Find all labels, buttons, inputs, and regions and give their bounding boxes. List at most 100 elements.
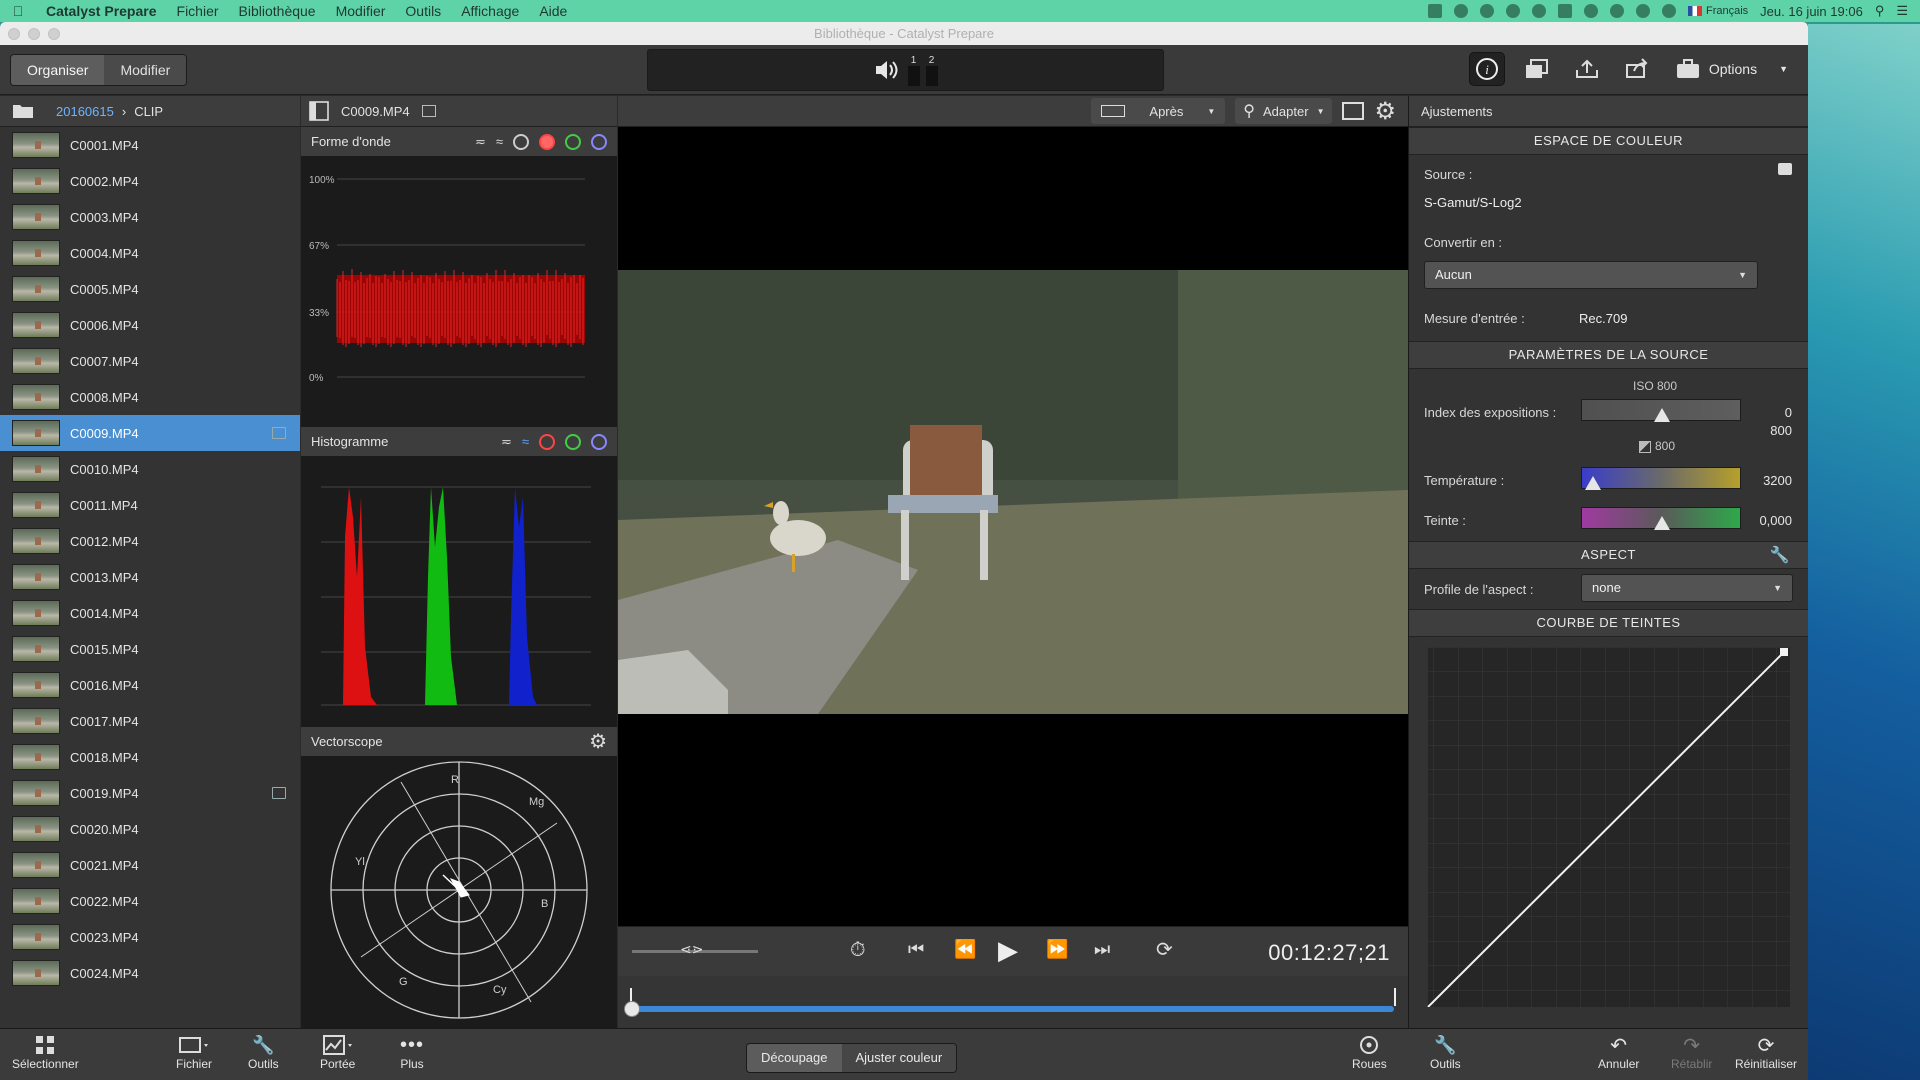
tint-slider[interactable] [1581,507,1741,530]
zoom-select[interactable]: ⚲ Adapter ▼ [1235,98,1333,124]
tools-menu-button[interactable]: 🔧 Outils [248,1033,279,1072]
scope-menu-button[interactable]: Portée [320,1033,355,1071]
tab-ajuster-couleur[interactable]: Ajuster couleur [841,1044,957,1072]
waveform-blue-channel-toggle[interactable] [591,133,607,150]
clip-list-item[interactable]: C0012.MP4 [0,523,300,559]
look-profile-select[interactable]: none ▼ [1581,574,1793,602]
menu-aide[interactable]: Aide [529,3,577,19]
close-window-button[interactable] [8,28,20,40]
copy-button[interactable] [1519,52,1555,86]
clip-list-item[interactable]: C0024.MP4 [0,955,300,991]
time-machine-icon[interactable] [1583,4,1598,18]
creative-cloud-icon[interactable] [1479,4,1494,18]
undo-button[interactable]: ↶ Annuler [1598,1033,1639,1072]
clip-list-item[interactable]: C0018.MP4 [0,739,300,775]
loop-timer-icon[interactable]: ⏱ [850,939,866,962]
vectorscope-settings-gear-icon[interactable]: ⚙ [589,729,607,754]
clip-list-item[interactable]: C0004.MP4 [0,235,300,271]
more-menu-button[interactable]: ••• Plus [400,1033,424,1072]
clip-list-item[interactable]: C0013.MP4 [0,559,300,595]
info-button[interactable]: i [1468,52,1505,86]
clip-list-item[interactable]: C0009.MP4 [0,415,300,451]
histogram-blue-channel-toggle[interactable] [591,433,607,450]
menu-outils[interactable]: Outils [395,3,451,19]
play-button[interactable]: ▶ [998,935,1018,966]
clip-list-item[interactable]: C0008.MP4 [0,379,300,415]
clip-list-item[interactable]: C0005.MP4 [0,271,300,307]
clip-list-item[interactable]: C0002.MP4 [0,163,300,199]
menu-affichage[interactable]: Affichage [451,3,529,19]
clip-list-item[interactable]: C0020.MP4 [0,811,300,847]
folder-icon[interactable] [12,103,34,119]
options-menu-button[interactable]: Options ▼ [1669,58,1794,80]
tab-organiser[interactable]: Organiser [11,55,105,85]
wrench-icon[interactable]: 🔧 [1770,543,1790,569]
clock[interactable]: Jeu. 16 juin 19:06 [1760,4,1863,19]
clip-list-item[interactable]: C0001.MP4 [0,127,300,163]
wheels-button[interactable]: Roues [1352,1033,1387,1071]
section-color-space[interactable]: ESPACE DE COULEUR [1409,127,1808,155]
waveform-rgb-icon[interactable]: ≈ [496,134,503,149]
temperature-slider-knob[interactable] [1585,476,1602,490]
clip-list-item[interactable]: C0007.MP4 [0,343,300,379]
section-look[interactable]: ASPECT 🔧 [1409,541,1808,569]
speaker-icon[interactable] [874,59,900,81]
exposure-slider-knob[interactable] [1654,408,1670,422]
exposure-reset-icon[interactable] [1639,441,1651,453]
clip-list-item[interactable]: C0006.MP4 [0,307,300,343]
timeline-track[interactable] [632,1006,1394,1012]
out-point-marker[interactable] [1394,988,1396,1006]
histogram-luma-icon[interactable]: ≂ [501,434,512,450]
jog-slider[interactable]: ⋖⋗ [632,941,758,957]
menu-modifier[interactable]: Modifier [326,3,396,19]
dropbox-icon[interactable] [1427,4,1442,18]
step-back-button[interactable]: ⏪ [954,939,976,960]
clip-note-icon[interactable] [421,105,436,117]
breadcrumb-date-folder[interactable]: 20160615 [56,104,114,119]
tab-modifier[interactable]: Modifier [104,55,187,85]
tint-slider-knob[interactable] [1654,516,1670,530]
clip-list-item[interactable]: C0022.MP4 [0,883,300,919]
histogram-red-channel-toggle[interactable] [539,433,555,450]
lock-icon[interactable] [1557,4,1572,18]
file-menu-button[interactable]: Fichier [176,1033,212,1071]
sidebar-toggle-icon[interactable] [309,101,329,121]
clip-list-item[interactable]: C0011.MP4 [0,487,300,523]
clip-list-item[interactable]: C0003.MP4 [0,199,300,235]
tab-decoupage[interactable]: Découpage [747,1044,842,1072]
clip-note-icon[interactable] [272,427,286,439]
alert-icon[interactable] [1531,4,1546,18]
go-to-end-button[interactable]: ⏭ [1094,939,1110,960]
google-drive-icon[interactable] [1505,4,1520,18]
clip-list-item[interactable]: C0017.MP4 [0,703,300,739]
right-tools-menu-button[interactable]: 🔧 Outils [1430,1033,1461,1072]
histogram-rgb-icon[interactable]: ≈ [522,434,529,449]
notification-center-icon[interactable]: ☰ [1896,3,1908,19]
minimize-window-button[interactable] [28,28,40,40]
clip-list-item[interactable]: C0019.MP4 [0,775,300,811]
go-to-start-button[interactable]: ⏮ [908,939,924,960]
menu-fichier[interactable]: Fichier [167,3,229,19]
clip-list-item[interactable]: C0015.MP4 [0,631,300,667]
exposure-slider[interactable] [1581,399,1741,422]
export-button[interactable] [1569,52,1605,86]
menu-bibliotheque[interactable]: Bibliothèque [229,3,326,19]
waveform-luma-icon[interactable]: ≂ [475,134,486,150]
waveform-white-channel-toggle[interactable] [513,133,529,150]
volume-icon[interactable] [1609,4,1624,18]
redo-button[interactable]: ↷ Rétablir [1671,1033,1712,1072]
clip-list-item[interactable]: C0021.MP4 [0,847,300,883]
waveform-red-channel-toggle[interactable] [539,133,555,150]
section-tone-curve[interactable]: COURBE DE TEINTES [1409,609,1808,637]
spotlight-icon[interactable]: ⚲ [1875,3,1885,19]
compare-mode-select[interactable]: Après ▼ [1091,98,1226,124]
bluetooth-icon[interactable] [1635,4,1650,18]
tone-curve-white-point[interactable] [1780,648,1788,656]
histogram-green-channel-toggle[interactable] [565,433,581,450]
share-button[interactable] [1619,52,1655,86]
wifi-icon[interactable] [1661,4,1676,18]
playhead-knob[interactable] [624,1001,640,1017]
fullscreen-icon[interactable] [1342,102,1365,120]
temperature-slider[interactable] [1581,467,1741,490]
breadcrumb-clip-folder[interactable]: CLIP [134,104,163,119]
